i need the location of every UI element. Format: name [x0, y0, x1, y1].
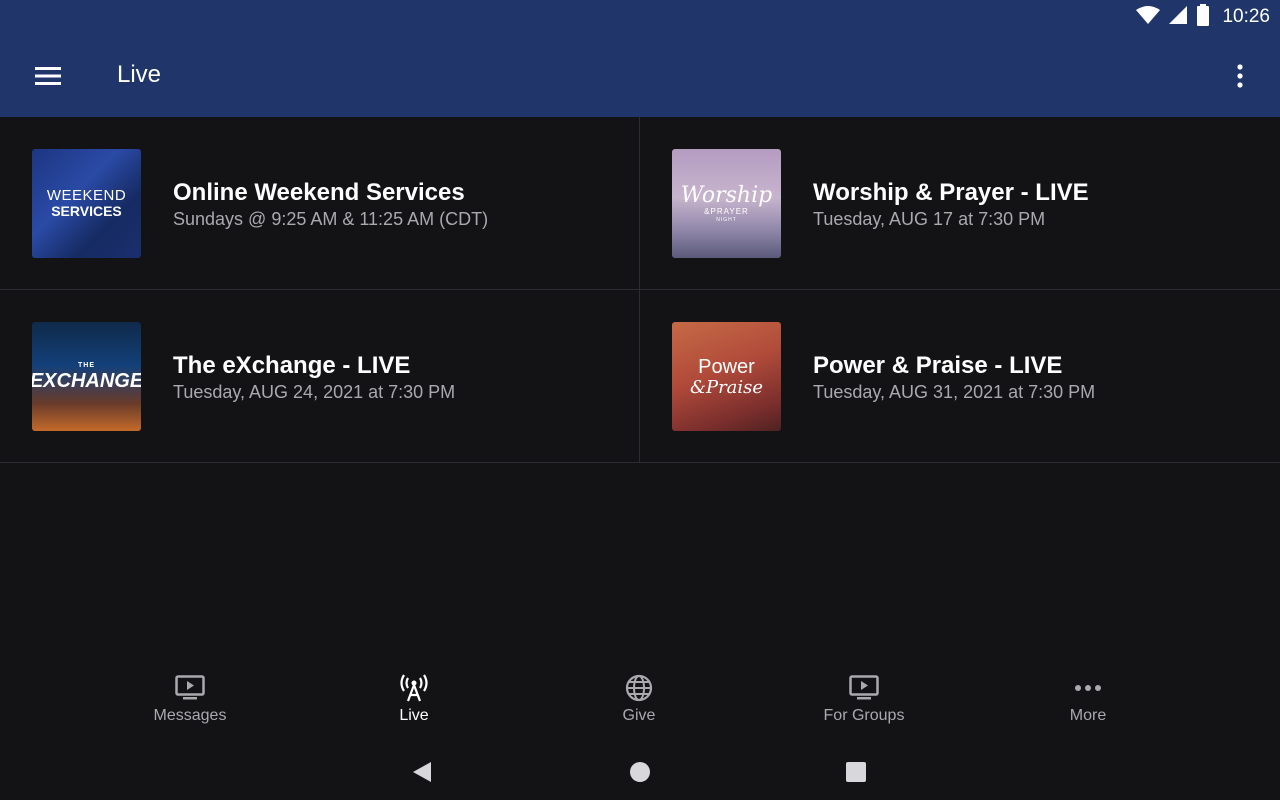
live-item-weekend-services[interactable]: WEEKEND SERVICES Online Weekend Services… [0, 117, 640, 290]
bottom-navigation: Messages Live Give For Groups More [0, 664, 1280, 744]
power-praise-thumbnail: Power &Praise [672, 322, 781, 431]
nav-label: More [1069, 707, 1107, 724]
app-header: 10:26 Live [0, 0, 1280, 117]
nav-label: Live [399, 707, 429, 724]
live-item-title: Power & Praise - LIVE [813, 352, 1063, 379]
home-icon[interactable] [624, 756, 656, 788]
exchange-thumbnail: THE EXCHANGE [32, 322, 141, 431]
tv-play-icon [849, 674, 879, 702]
worship-prayer-thumbnail: Worship &PRAYER NIGHT [672, 149, 781, 258]
live-item-title: Online Weekend Services [173, 179, 465, 206]
system-navigation-bar [0, 744, 1280, 800]
live-item-title: The eXchange - LIVE [173, 352, 411, 379]
nav-label: Give [622, 707, 656, 724]
nav-label: For Groups [823, 707, 905, 724]
live-item-subtitle: Sundays @ 9:25 AM & 11:25 AM (CDT) [173, 209, 489, 229]
live-item-exchange[interactable]: THE EXCHANGE The eXchange - LIVE Tuesday… [0, 290, 640, 463]
tv-play-icon [175, 674, 205, 702]
nav-item-live[interactable]: Live [324, 664, 504, 744]
live-item-power-praise[interactable]: Power &Praise Power & Praise - LIVE Tues… [640, 290, 1280, 463]
battery-icon [1196, 3, 1210, 31]
page-title: Live [117, 61, 162, 88]
status-icons: 10:26 [1136, 3, 1270, 31]
live-item-subtitle: Tuesday, AUG 17 at 7:30 PM [813, 209, 1046, 229]
nav-item-give[interactable]: Give [549, 664, 729, 744]
nav-item-for-groups[interactable]: For Groups [774, 664, 954, 744]
weekend-services-thumbnail: WEEKEND SERVICES [32, 149, 141, 258]
live-item-subtitle: Tuesday, AUG 31, 2021 at 7:30 PM [813, 382, 1096, 402]
nav-label: Messages [153, 707, 227, 724]
app-bar: Live [0, 34, 1280, 117]
wifi-icon [1136, 5, 1161, 30]
back-icon[interactable] [406, 756, 438, 788]
live-item-title: Worship & Prayer - LIVE [813, 179, 1089, 206]
live-item-worship-prayer[interactable]: Worship &PRAYER NIGHT Worship & Prayer -… [640, 117, 1280, 290]
more-vert-icon[interactable] [1216, 52, 1264, 100]
broadcast-antenna-icon [399, 674, 429, 702]
more-horiz-icon [1074, 674, 1102, 702]
status-bar: 10:26 [0, 0, 1280, 34]
live-list: WEEKEND SERVICES Online Weekend Services… [0, 117, 1280, 464]
hamburger-menu-icon[interactable] [24, 52, 72, 100]
cell-signal-icon [1168, 5, 1188, 30]
nav-item-messages[interactable]: Messages [100, 664, 280, 744]
status-time: 10:26 [1222, 6, 1270, 27]
live-item-subtitle: Tuesday, AUG 24, 2021 at 7:30 PM [173, 382, 456, 402]
globe-icon [625, 674, 653, 702]
recents-icon[interactable] [840, 756, 872, 788]
nav-item-more[interactable]: More [998, 664, 1178, 744]
